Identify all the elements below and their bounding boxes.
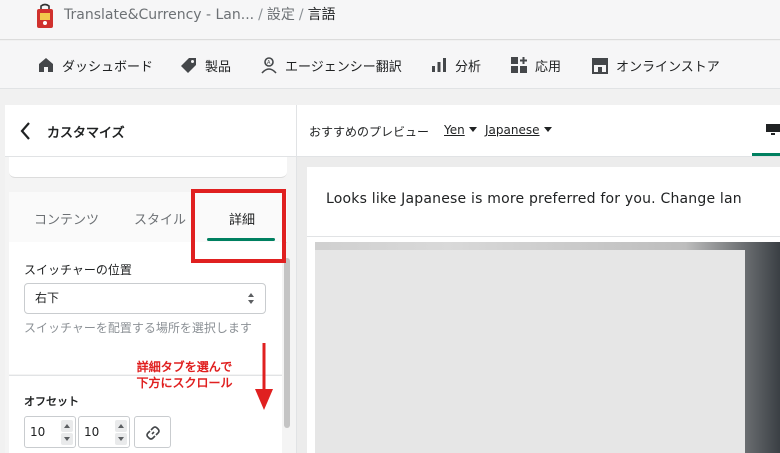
scroll-annotation: 詳細タブを選んで 下方にスクロール [122, 359, 247, 391]
nav-item-agency-translation[interactable]: A エージェンシー翻訳 [260, 55, 402, 75]
caret-down-icon [64, 437, 70, 441]
store-icon [592, 58, 608, 74]
nav-item-online-store[interactable]: オンラインストア [591, 55, 720, 75]
breadcrumb-settings[interactable]: 設定 [267, 7, 295, 23]
hero-image [307, 242, 780, 453]
caret-down-icon [543, 127, 552, 132]
detail-tab-highlight [191, 189, 286, 263]
offset-y-increment[interactable] [115, 420, 127, 432]
nav-item-label: オンラインストア [616, 59, 720, 75]
panel-title: カスタマイズ [47, 126, 125, 141]
divider [307, 236, 780, 237]
language-value: Japanese [485, 123, 540, 137]
caret-down-icon [118, 437, 124, 441]
caret-up-icon [118, 424, 124, 428]
breadcrumb-current: 言語 [307, 7, 336, 23]
panel-scrollbar[interactable] [284, 258, 290, 428]
active-device-indicator [752, 153, 780, 156]
link-icon [146, 426, 160, 440]
hero-edge [307, 242, 315, 453]
offset-label: オフセット [24, 395, 79, 408]
nav-item-apps[interactable]: 応用 [510, 55, 561, 75]
offset-x-value: 10 [30, 425, 46, 439]
nav-item-dashboard[interactable]: ダッシュボード [37, 55, 153, 75]
breadcrumb-app[interactable]: Translate&Currency - Lan... [64, 7, 254, 23]
chevron-left-icon[interactable] [19, 121, 33, 141]
store-preview: Looks like Japanese is more preferred fo… [297, 157, 780, 453]
breadcrumb: Translate&Currency - Lan... / 設定 / 言語 [64, 4, 336, 24]
nav-item-label: 分析 [455, 59, 482, 75]
switcher-position-label: スイッチャーの位置 [24, 263, 132, 277]
bar-chart-icon [432, 58, 446, 72]
offset-x-increment[interactable] [61, 420, 73, 432]
annotation-line: 詳細タブを選んで [136, 360, 233, 374]
preview-frame: Looks like Japanese is more preferred fo… [307, 167, 780, 453]
main-nav: ダッシュボード 製品 A エージェンシー翻訳 分析 応用 オンラインストア [0, 41, 780, 89]
switcher-position-value: 右下 [35, 291, 60, 305]
breadcrumb-separator: / [298, 7, 304, 23]
select-arrows-icon [248, 293, 254, 304]
preview-header: おすすめのプレビュー Yen Japanese [297, 105, 780, 157]
svg-text:A: A [267, 60, 271, 66]
apps-icon [511, 57, 527, 73]
caret-down-icon [468, 127, 477, 132]
arrow-down-icon [255, 343, 273, 410]
preview-label: おすすめのプレビュー [309, 125, 430, 139]
home-icon [39, 58, 53, 72]
tab-style[interactable]: スタイル [134, 209, 186, 228]
desktop-icon [766, 124, 780, 135]
language-suggestion-banner: Looks like Japanese is more preferred fo… [326, 191, 742, 207]
offset-x-input[interactable]: 10 [24, 416, 76, 448]
language-dropdown[interactable]: Japanese [485, 123, 552, 137]
nav-item-products[interactable]: 製品 [180, 55, 231, 75]
nav-item-label: 製品 [205, 59, 232, 75]
desktop-preview-tab[interactable] [752, 105, 780, 157]
currency-dropdown[interactable]: Yen [444, 123, 477, 137]
tag-icon [181, 58, 196, 73]
agency-translate-icon: A [261, 57, 277, 74]
annotation-line: 下方にスクロール [136, 376, 233, 390]
tab-content[interactable]: コンテンツ [34, 209, 99, 228]
top-bar: Translate&Currency - Lan... / 設定 / 言語 [0, 0, 780, 40]
offset-y-value: 10 [84, 425, 100, 439]
app-logo-icon[interactable] [34, 3, 56, 29]
offset-x-decrement[interactable] [61, 433, 73, 445]
nav-item-label: 応用 [535, 59, 562, 75]
customize-panel-header: カスタマイズ [5, 105, 297, 157]
switcher-position-help: スイッチャーを配置する場所を選択します [24, 321, 252, 335]
offset-y-decrement[interactable] [115, 433, 127, 445]
link-offset-button[interactable] [134, 416, 171, 448]
nav-item-analytics[interactable]: 分析 [430, 55, 481, 75]
currency-value: Yen [444, 123, 465, 137]
nav-item-label: ダッシュボード [62, 59, 154, 75]
offset-y-input[interactable]: 10 [78, 416, 130, 448]
section-card [9, 157, 287, 178]
breadcrumb-separator: / [258, 7, 263, 23]
nav-item-label: エージェンシー翻訳 [285, 59, 402, 75]
image-placeholder [315, 250, 745, 453]
caret-up-icon [64, 424, 70, 428]
switcher-position-select[interactable]: 右下 [24, 283, 266, 314]
